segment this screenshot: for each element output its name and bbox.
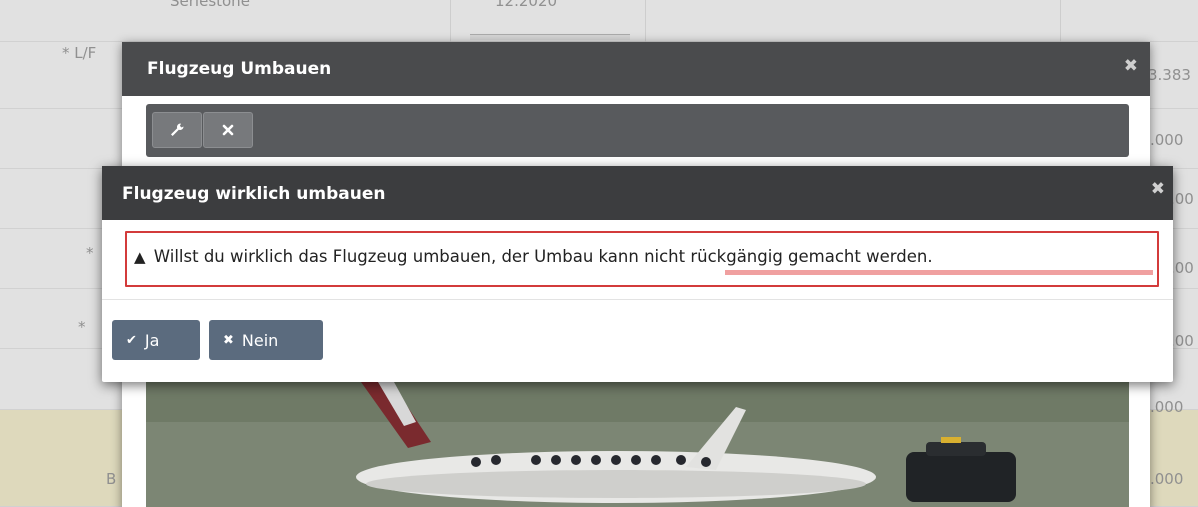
confirm-title-bar: Flugzeug wirklich umbauen ✖ (102, 166, 1173, 220)
close-icon[interactable]: ✖ (1124, 56, 1138, 76)
yes-label: Ja (144, 330, 160, 350)
aircraft-photo (146, 382, 1129, 507)
no-button[interactable]: ✖ Nein (209, 320, 323, 360)
close-icon[interactable]: ✖ (1151, 179, 1165, 199)
warning-message: Willst du wirklich das Flugzeug umbauen,… (153, 247, 933, 266)
confirm-title: Flugzeug wirklich umbauen (122, 184, 386, 204)
dialog-title: Flugzeug Umbauen (147, 59, 332, 79)
divider (102, 299, 1173, 300)
wrench-icon (171, 123, 184, 136)
warning-icon: ▲ (134, 248, 146, 266)
highlight-underline (725, 270, 1153, 275)
close-icon: ✖ (223, 332, 234, 348)
warning-message-box: ▲ Willst du wirklich das Flugzeug umbaue… (125, 231, 1159, 287)
confirm-dialog: Flugzeug wirklich umbauen ✖ ▲ Willst du … (102, 166, 1173, 382)
yes-button[interactable]: ✔ Ja (112, 320, 200, 360)
wrench-button[interactable] (152, 112, 202, 148)
dialog-title-bar: Flugzeug Umbauen ✖ (122, 42, 1150, 96)
no-label: Nein (241, 330, 279, 350)
check-icon: ✔ (126, 332, 137, 348)
dialog-toolbar (146, 104, 1129, 157)
cancel-button[interactable] (203, 112, 253, 148)
message-line: ▲ Willst du wirklich das Flugzeug umbaue… (134, 247, 933, 266)
close-icon (222, 124, 234, 136)
